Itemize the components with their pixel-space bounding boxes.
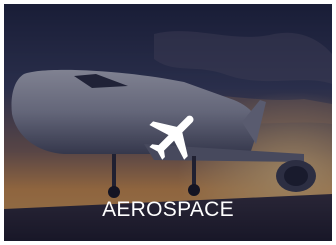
airplane-icon xyxy=(149,115,194,160)
card-label: AEROSPACE xyxy=(102,198,234,221)
aerospace-card[interactable]: AEROSPACE xyxy=(4,4,332,241)
